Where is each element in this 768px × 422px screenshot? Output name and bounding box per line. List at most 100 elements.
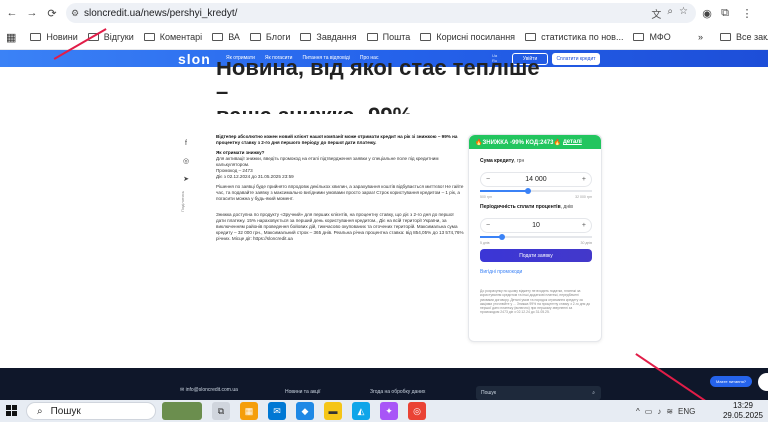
- system-tray: ^ ▭ ♪ ≋ ENG: [636, 407, 695, 416]
- period-stepper: − 10 +: [480, 218, 592, 233]
- site-info-icon[interactable]: ⚙: [66, 8, 84, 19]
- period-minus-button[interactable]: −: [486, 222, 490, 229]
- promo-codes-link[interactable]: Вигідні промокоди: [480, 269, 522, 275]
- bookmark-item[interactable]: Коментарі: [143, 32, 202, 42]
- article-text: Для активації знижки, введіть промокод н…: [216, 156, 439, 167]
- copilot-icon[interactable]: ✦: [380, 402, 398, 420]
- address-bar[interactable]: ⚙ sloncredit.ua/news/pershyi_kredyt/ 文 ⌕…: [66, 3, 696, 23]
- battery-icon[interactable]: ▭: [645, 407, 653, 416]
- apps-icon[interactable]: ▦: [6, 31, 16, 44]
- browser-chrome: ← → ⟳ ⚙ sloncredit.ua/news/pershyi_kredy…: [0, 0, 768, 50]
- site-nav-links: Як отримати Як погасити Питання та відпо…: [226, 55, 378, 61]
- nav-link[interactable]: Про нас: [360, 55, 379, 61]
- folder-icon: [420, 33, 432, 41]
- bookmark-item[interactable]: Блоги: [249, 32, 290, 42]
- taskbar-clock[interactable]: 13:29 29.05.2025: [720, 401, 766, 421]
- bookmarks-overflow[interactable]: »: [698, 32, 703, 42]
- folder-icon: [300, 33, 312, 41]
- nav-link[interactable]: Як погасити: [265, 55, 293, 61]
- network-icon[interactable]: ≋: [666, 407, 673, 416]
- search-icon: ⌕: [592, 390, 595, 396]
- footer-email[interactable]: ✉ info@sloncredit.com.ua: [180, 387, 238, 393]
- period-label: Періодичність сплати процентів, днів: [480, 204, 573, 210]
- sum-slider-handle[interactable]: [525, 188, 532, 194]
- sum-range: 500 грн 32 000 грн: [480, 195, 592, 199]
- folder-icon: [720, 33, 731, 41]
- chat-button[interactable]: Маєте питання?: [710, 376, 752, 387]
- folder-icon: [143, 33, 155, 41]
- reload-icon[interactable]: ⟳: [44, 3, 60, 23]
- promo-code-text: Промокод – 2473: [216, 168, 253, 173]
- nav-link[interactable]: Питання та відповіді: [302, 55, 349, 61]
- chevron-up-icon[interactable]: ^: [636, 407, 640, 416]
- instagram-icon[interactable]: ◎: [183, 157, 189, 165]
- bookmarks-bar: ▦ Новини Відгуки Коментарі ВА Блоги Завд…: [0, 27, 768, 47]
- bookmark-item[interactable]: Завдання: [300, 32, 357, 42]
- chrome-icon[interactable]: ◎: [408, 402, 426, 420]
- forward-icon[interactable]: →: [24, 3, 40, 23]
- loan-calculator: 🔥ЗНИЖКА -99% КОД:2473🔥 деталі Сума креди…: [468, 134, 602, 342]
- article-terms: Знижка доступна по продукту «Зручний» дл…: [216, 212, 464, 241]
- file-explorer-icon[interactable]: ▬: [324, 402, 342, 420]
- store-icon[interactable]: ◆: [296, 402, 314, 420]
- sum-minus-button[interactable]: −: [486, 176, 490, 183]
- period-slider-handle[interactable]: [499, 234, 506, 240]
- footer-consent-link[interactable]: Згода на обробку даних: [370, 389, 425, 395]
- folder-icon: [212, 33, 224, 41]
- calculator-disclaimer: До розрахунку по цьому віджету не входят…: [480, 289, 591, 315]
- submit-application-button[interactable]: Подати заявку: [480, 249, 592, 262]
- sum-slider[interactable]: [480, 188, 592, 194]
- nav-link[interactable]: Як отримати: [226, 55, 255, 61]
- sum-label: Сума кредиту, грн: [480, 158, 525, 164]
- app-icon[interactable]: ◭: [352, 402, 370, 420]
- widgets-icon[interactable]: [162, 402, 202, 420]
- taskbar-search[interactable]: ⌕ Пошук: [26, 402, 156, 420]
- site-logo[interactable]: slon: [178, 51, 211, 67]
- telegram-icon[interactable]: ➤: [183, 175, 189, 183]
- share-label: Поділитись: [180, 191, 185, 212]
- app-icon[interactable]: ▦: [240, 402, 258, 420]
- bookmark-star-icon[interactable]: ☆: [679, 6, 688, 21]
- input-language[interactable]: ENG: [678, 407, 695, 416]
- zoom-icon[interactable]: ⌕: [667, 6, 673, 21]
- sum-stepper: − 14 000 +: [480, 172, 592, 187]
- task-view-icon[interactable]: ⧉: [212, 402, 230, 420]
- sum-value[interactable]: 14 000: [525, 176, 546, 183]
- bookmark-item[interactable]: Корисні посилання: [420, 32, 515, 42]
- period-plus-button[interactable]: +: [582, 222, 586, 229]
- sum-plus-button[interactable]: +: [582, 176, 586, 183]
- bookmark-item[interactable]: Пошта: [366, 32, 410, 42]
- article-question: Як отримати знижку?: [216, 150, 265, 155]
- period-value[interactable]: 10: [532, 222, 540, 229]
- period-range: 5 днів 30 днів: [480, 241, 592, 245]
- outlook-icon[interactable]: ✉: [268, 402, 286, 420]
- search-icon: ⌕: [37, 405, 43, 417]
- camera-icon[interactable]: ◉: [700, 3, 714, 23]
- folder-icon: [249, 33, 261, 41]
- period-slider[interactable]: [480, 234, 592, 240]
- menu-icon[interactable]: ⋮: [740, 3, 754, 23]
- page-title: Новина, від якої стає тепліше – ваша зни…: [216, 62, 540, 114]
- extensions-icon[interactable]: ⧉: [718, 3, 732, 23]
- pay-credit-button[interactable]: Сплатити кредит: [552, 53, 600, 65]
- bookmark-item[interactable]: ВА: [212, 32, 240, 42]
- back-icon[interactable]: ←: [4, 3, 20, 23]
- taskbar-apps: ⧉ ▦ ✉ ◆ ▬ ◭ ✦ ◎: [162, 402, 426, 420]
- promo-details-link[interactable]: деталі: [563, 139, 582, 145]
- facebook-icon[interactable]: f: [185, 140, 187, 147]
- volume-icon[interactable]: ♪: [657, 407, 661, 416]
- folder-icon: [366, 33, 378, 41]
- all-bookmarks[interactable]: Все закладки: [720, 32, 768, 42]
- folder-icon: [525, 33, 537, 41]
- bookmark-item[interactable]: Новини: [30, 32, 78, 42]
- bookmark-item[interactable]: статистика по нов...: [525, 32, 623, 42]
- windows-start-icon[interactable]: [6, 405, 17, 416]
- translate-icon[interactable]: 文: [651, 6, 661, 21]
- footer-search-input[interactable]: Пошук ⌕: [476, 386, 601, 400]
- footer-news-link[interactable]: Новини та акції: [285, 389, 321, 395]
- bookmark-item[interactable]: МФО: [633, 32, 671, 42]
- folder-icon: [633, 33, 645, 41]
- article-text: Рішення по заявці буде прийнято впродовж…: [216, 184, 464, 201]
- folder-icon: [30, 33, 42, 41]
- site-footer: ✉ info@sloncredit.com.ua Новини та акції…: [0, 368, 768, 400]
